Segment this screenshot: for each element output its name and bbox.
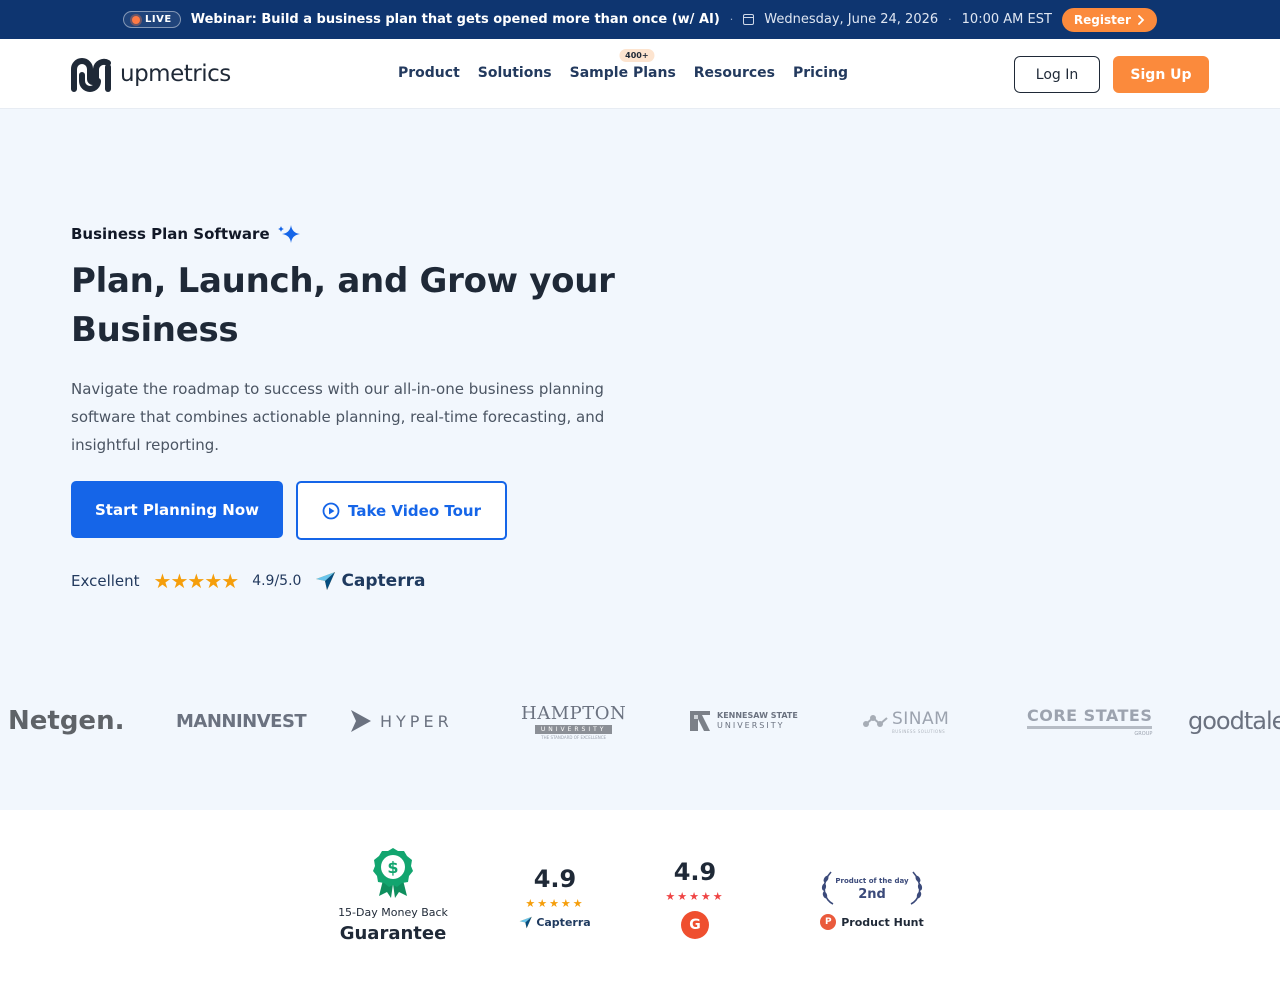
main-nav: Product Solutions Sample Plans 400+ Reso… bbox=[398, 49, 848, 81]
capterra-stars: ★★★★★ bbox=[525, 897, 585, 910]
laurel-icon bbox=[821, 871, 834, 905]
sparkle-icon bbox=[277, 225, 300, 243]
product-of-day-caption: Product of the day bbox=[835, 876, 909, 885]
product-hunt-label: Product Hunt bbox=[841, 915, 924, 929]
capterra-logo[interactable]: Capterra bbox=[315, 571, 425, 591]
capterra-arrow-icon bbox=[316, 572, 336, 590]
rating-score: 4.9/5.0 bbox=[252, 573, 302, 589]
sinam-sub: BUSINESS SOLUTIONS bbox=[892, 728, 946, 734]
sinam-wave-icon bbox=[863, 715, 888, 727]
sinam-text: SINAM BUSINESS SOLUTIONS bbox=[892, 709, 949, 734]
capterra-small-logo: Capterra bbox=[519, 916, 591, 929]
hero-eyebrow: Business Plan Software bbox=[71, 221, 302, 247]
money-back-badge: $ 15-Day Money Back Guarantee bbox=[330, 846, 456, 944]
core-states-logo: CORE STATES GROUP bbox=[1027, 694, 1153, 748]
login-button[interactable]: Log In bbox=[1014, 56, 1100, 93]
banner-separator: · bbox=[729, 13, 734, 26]
product-hunt-name: P Product Hunt bbox=[820, 914, 924, 930]
hyper-logo: HYPER bbox=[350, 694, 453, 748]
product-of-day-rank: 2nd bbox=[858, 886, 886, 902]
hero-section: Business Plan Software Plan, Launch, and… bbox=[0, 109, 1280, 810]
trust-section: $ 15-Day Money Back Guarantee 4.9 ★★★★★ … bbox=[0, 810, 1280, 988]
kennesaw-line1: KENNESAW STATE bbox=[717, 711, 798, 720]
kennesaw-emblem-icon bbox=[690, 711, 710, 731]
laurel-icon bbox=[910, 871, 923, 905]
nav-solutions[interactable]: Solutions bbox=[478, 65, 552, 81]
nav-resources[interactable]: Resources bbox=[694, 65, 775, 81]
product-of-day-award: Product of the day 2nd bbox=[820, 870, 924, 908]
nav-sample-plans-label: Sample Plans bbox=[569, 65, 676, 81]
capterra-arrow-icon bbox=[519, 916, 533, 929]
webinar-time: 10:00 AM EST bbox=[961, 12, 1052, 27]
hampton-sub: THE STANDARD OF EXCELLENCE bbox=[541, 734, 607, 740]
site-header: upmetrics Product Solutions Sample Plans… bbox=[0, 39, 1280, 109]
money-badge-icon: $ bbox=[373, 848, 413, 898]
hampton-main: HAMPTON bbox=[521, 702, 627, 724]
svg-text:$: $ bbox=[387, 858, 398, 877]
calendar-icon bbox=[743, 14, 755, 25]
goodtalent-logo: goodtale bbox=[1188, 707, 1280, 735]
hyper-triangle-icon bbox=[351, 710, 371, 732]
nav-pricing[interactable]: Pricing bbox=[793, 65, 848, 81]
capterra-small-name: Capterra bbox=[536, 916, 591, 929]
upmetrics-logo[interactable]: upmetrics bbox=[70, 55, 231, 93]
g2-rating-badge: 4.9 ★★★★★ G bbox=[655, 858, 735, 939]
banner-separator: · bbox=[948, 13, 952, 26]
hampton-bar: UNIVERSITY bbox=[534, 724, 613, 734]
live-label: LIVE bbox=[145, 14, 172, 25]
core-states-sub: GROUP bbox=[1134, 730, 1153, 737]
upmetrics-logo-icon bbox=[71, 58, 111, 92]
kennesaw-line2: UNIVERSITY bbox=[717, 721, 785, 730]
capterra-rating-badge: 4.9 ★★★★★ Capterra bbox=[515, 865, 595, 929]
product-hunt-badge: Product of the day 2nd P Product Hunt bbox=[817, 870, 927, 930]
manninvest-logo: MANNINVEST bbox=[176, 710, 307, 732]
chevron-right-icon bbox=[1138, 14, 1145, 25]
live-badge: LIVE bbox=[123, 11, 181, 28]
live-dot-icon bbox=[132, 15, 141, 24]
nav-product[interactable]: Product bbox=[398, 65, 460, 81]
nav-sample-plans[interactable]: Sample Plans 400+ bbox=[569, 49, 676, 81]
money-back-caption: 15-Day Money Back bbox=[338, 906, 448, 919]
start-planning-button[interactable]: Start Planning Now bbox=[71, 481, 283, 538]
signup-button[interactable]: Sign Up bbox=[1113, 56, 1209, 93]
rating-label: Excellent bbox=[71, 572, 140, 590]
hampton-logo: HAMPTON UNIVERSITY THE STANDARD OF EXCEL… bbox=[521, 694, 626, 748]
kennesaw-logo: KENNESAW STATE UNIVERSITY bbox=[688, 694, 798, 748]
kennesaw-text: KENNESAW STATE UNIVERSITY bbox=[717, 711, 798, 731]
capterra-name: Capterra bbox=[341, 571, 426, 591]
hero-title: Plan, Launch, and Grow your Business bbox=[71, 261, 615, 350]
core-states-main: CORE STATES bbox=[1027, 706, 1153, 729]
video-tour-label: Take Video Tour bbox=[348, 501, 481, 520]
g2-logo: G bbox=[681, 911, 709, 939]
money-back-title: Guarantee bbox=[339, 923, 447, 944]
product-hunt-logo: P bbox=[820, 914, 837, 930]
hero-description: Navigate the roadmap to success with our… bbox=[71, 380, 605, 454]
logo-text: upmetrics bbox=[120, 61, 231, 87]
rating-stars: ★★★★★ bbox=[153, 569, 240, 593]
sample-plans-count-badge: 400+ bbox=[619, 49, 655, 62]
client-logos: Netgen. MANNINVEST HYPER HAMPTON UNIVERS… bbox=[0, 694, 1280, 748]
g2-score: 4.9 bbox=[673, 858, 717, 886]
play-circle-icon bbox=[322, 502, 340, 519]
video-tour-button[interactable]: Take Video Tour bbox=[296, 481, 507, 540]
hyper-text: HYPER bbox=[380, 711, 453, 731]
sinam-logo: SINAM BUSINESS SOLUTIONS bbox=[862, 694, 949, 748]
g2-stars: ★★★★★ bbox=[665, 890, 725, 903]
hero-rating: Excellent ★★★★★ 4.9/5.0 Capterra bbox=[71, 569, 425, 593]
register-button[interactable]: Register bbox=[1061, 7, 1157, 32]
sinam-main: SINAM bbox=[892, 708, 950, 729]
eyebrow-text: Business Plan Software bbox=[71, 225, 270, 243]
register-label: Register bbox=[1073, 12, 1131, 27]
webinar-title[interactable]: Webinar: Build a business plan that gets… bbox=[191, 12, 720, 27]
webinar-banner: LIVE Webinar: Build a business plan that… bbox=[0, 0, 1280, 39]
netgen-logo: Netgen. bbox=[8, 706, 125, 736]
webinar-date: Wednesday, June 24, 2026 bbox=[764, 12, 939, 27]
capterra-score: 4.9 bbox=[533, 865, 577, 893]
